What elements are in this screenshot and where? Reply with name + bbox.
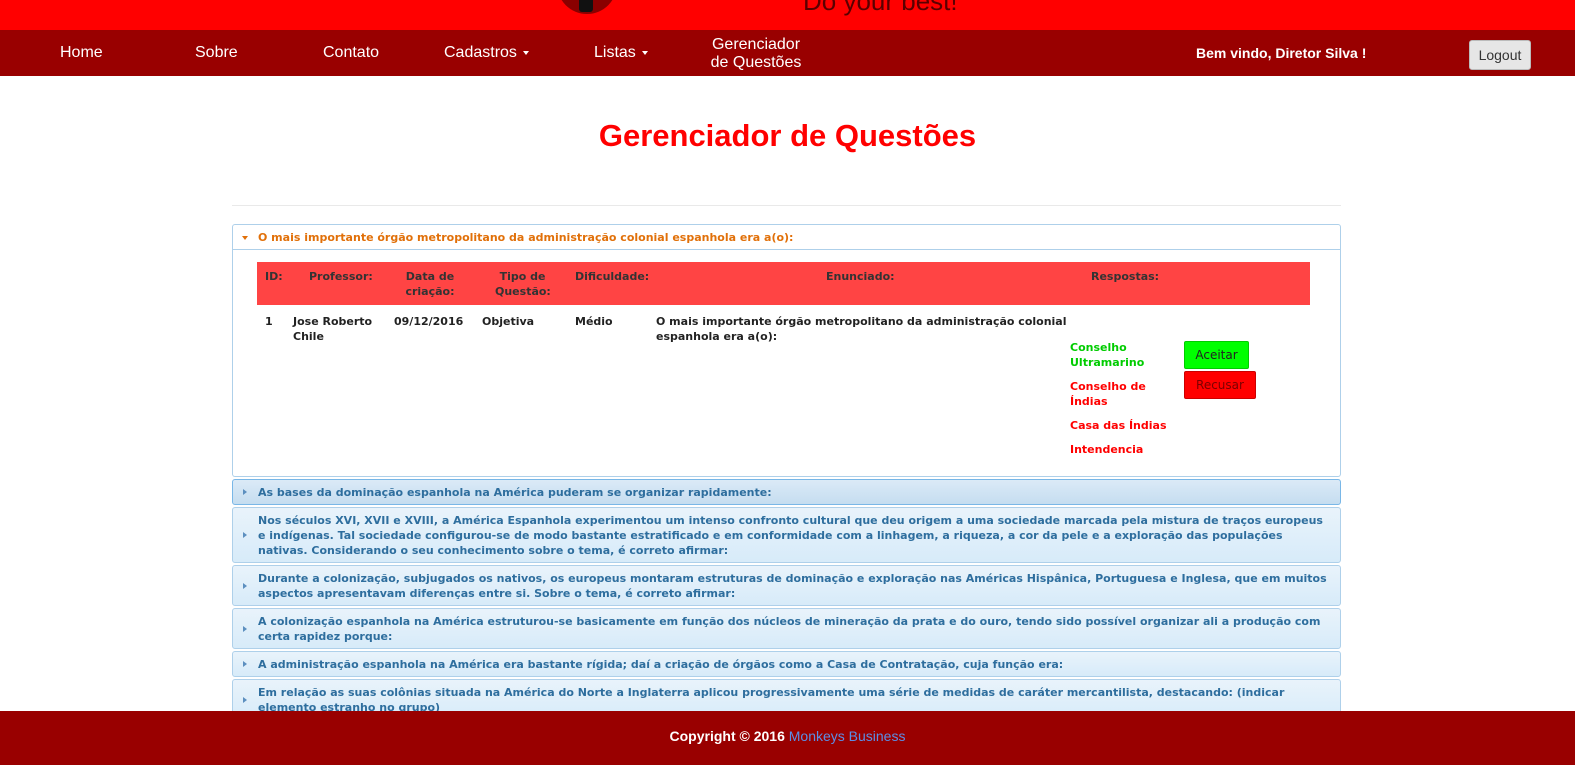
cell-data: 09/12/2016 [394, 315, 464, 328]
questions-accordion: O mais importante órgão metropolitano da… [232, 224, 1341, 750]
top-banner: Do your best! [0, 0, 1575, 30]
nav-gerenciador-line1: Gerenciador [711, 36, 801, 53]
cell-enunciado-l1: O mais importante órgão metropolitano da… [656, 315, 1067, 328]
accordion-header[interactable]: As bases da dominação espanhola na Améri… [232, 479, 1341, 505]
answer-wrong: Intendencia [1070, 442, 1143, 457]
accordion-header[interactable]: A administração espanhola na América era… [232, 651, 1341, 677]
triangle-right-icon [243, 661, 247, 667]
divider [232, 205, 1341, 206]
th-data: Data de criação: [405, 269, 455, 299]
th-tipo-l2: Questão: [495, 285, 551, 298]
triangle-right-icon [243, 582, 247, 589]
th-data-l1: Data de [405, 270, 455, 283]
accordion-header[interactable]: Nos séculos XVI, XVII e XVIII, a América… [232, 507, 1341, 563]
caret-down-icon [641, 50, 648, 55]
triangle-right-icon [243, 625, 247, 632]
caret-down-icon [522, 50, 529, 55]
answer-1-l1: Conselho [1070, 341, 1127, 354]
accordion-header-text: Em relação as suas colônias situada na A… [258, 686, 1285, 714]
logo [557, 0, 617, 14]
answer-wrong: Conselho de Índias [1070, 379, 1146, 409]
th-data-l2: criação: [405, 285, 455, 298]
cell-professor: Jose Roberto Chile [293, 314, 372, 344]
th-professor: Professor: [309, 270, 373, 283]
answer-1-l2: Ultramarino [1070, 356, 1145, 369]
th-dificuldade: Dificuldade: [575, 270, 650, 283]
nav-sobre[interactable]: Sobre [195, 30, 238, 76]
triangle-down-icon [242, 236, 248, 240]
cell-id: 1 [265, 315, 273, 328]
navbar: Home Sobre Contato Cadastros Listas Gere… [0, 30, 1575, 76]
cell-enunciado: O mais importante órgão metropolitano da… [656, 314, 1067, 344]
th-enunciado: Enunciado: [826, 270, 895, 283]
answer-correct: Conselho Ultramarino [1070, 340, 1144, 370]
refuse-button[interactable]: Recusar [1184, 371, 1256, 399]
logout-button[interactable]: Logout [1469, 40, 1531, 70]
nav-gerenciador[interactable]: Gerenciador de Questões [706, 30, 806, 76]
accordion-header-text: As bases da dominação espanhola na Améri… [258, 486, 772, 499]
nav-contato[interactable]: Contato [323, 30, 379, 76]
accordion-header-text: A colonização espanhola na América estru… [258, 615, 1321, 643]
nav-cadastros-label: Cadastros [444, 44, 517, 61]
answer-4-l1: Intendencia [1070, 443, 1144, 456]
answer-2-l2: Índias [1070, 395, 1108, 408]
nav-cadastros[interactable]: Cadastros [444, 30, 529, 76]
tagline: Do your best! [803, 0, 958, 16]
triangle-right-icon [243, 532, 247, 538]
triangle-right-icon [243, 489, 247, 495]
th-tipo-l1: Tipo de [499, 270, 546, 283]
cell-professor-l1: Jose Roberto [293, 315, 373, 328]
th-tipo: Tipo de Questão: [495, 269, 551, 299]
accordion-header-text: Durante a colonização, subjugados os nat… [258, 572, 1327, 600]
footer: Copyright © 2016 Monkeys Business [0, 711, 1575, 765]
page-title: Gerenciador de Questões [598, 118, 977, 153]
nav-listas-label: Listas [594, 44, 636, 61]
cell-professor-l2: Chile [293, 330, 324, 343]
accordion-header[interactable]: A colonização espanhola na América estru… [232, 608, 1341, 649]
accordion-header[interactable]: Durante a colonização, subjugados os nat… [232, 565, 1341, 606]
triangle-right-icon [243, 696, 247, 703]
welcome-message: Bem vindo, Diretor Silva ! [1196, 45, 1367, 61]
footer-brand-link[interactable]: Monkeys Business [789, 728, 906, 744]
footer-copyright: Copyright © 2016 [669, 728, 785, 744]
accordion-panel: ID: Professor: Data de criação: Tipo de Qu… [232, 250, 1341, 477]
th-respostas: Respostas: [1091, 270, 1160, 283]
cell-enunciado-l2: espanhola era a(o): [656, 330, 778, 343]
nav-listas[interactable]: Listas [594, 30, 648, 76]
cell-tipo: Objetiva [482, 315, 535, 328]
accordion-header-text: O mais importante órgão metropolitano da… [258, 231, 794, 244]
answer-3-l1: Casa das Índias [1070, 419, 1167, 432]
accordion-header-active[interactable]: O mais importante órgão metropolitano da… [232, 224, 1341, 250]
nav-gerenciador-line2: de Questões [710, 54, 802, 71]
answer-2-l1: Conselho de [1070, 380, 1146, 393]
nav-home[interactable]: Home [60, 30, 103, 76]
cell-dificuldade: Médio [575, 315, 613, 328]
table-header: ID: Professor: Data de criação: Tipo de Qu… [257, 262, 1310, 305]
accordion-header-text: Nos séculos XVI, XVII e XVIII, a América… [258, 514, 1323, 557]
accept-button[interactable]: Aceitar [1184, 341, 1249, 369]
th-id: ID: [265, 270, 283, 283]
answer-wrong: Casa das Índias [1070, 418, 1167, 433]
accordion-header-text: A administração espanhola na América era… [258, 658, 1064, 671]
